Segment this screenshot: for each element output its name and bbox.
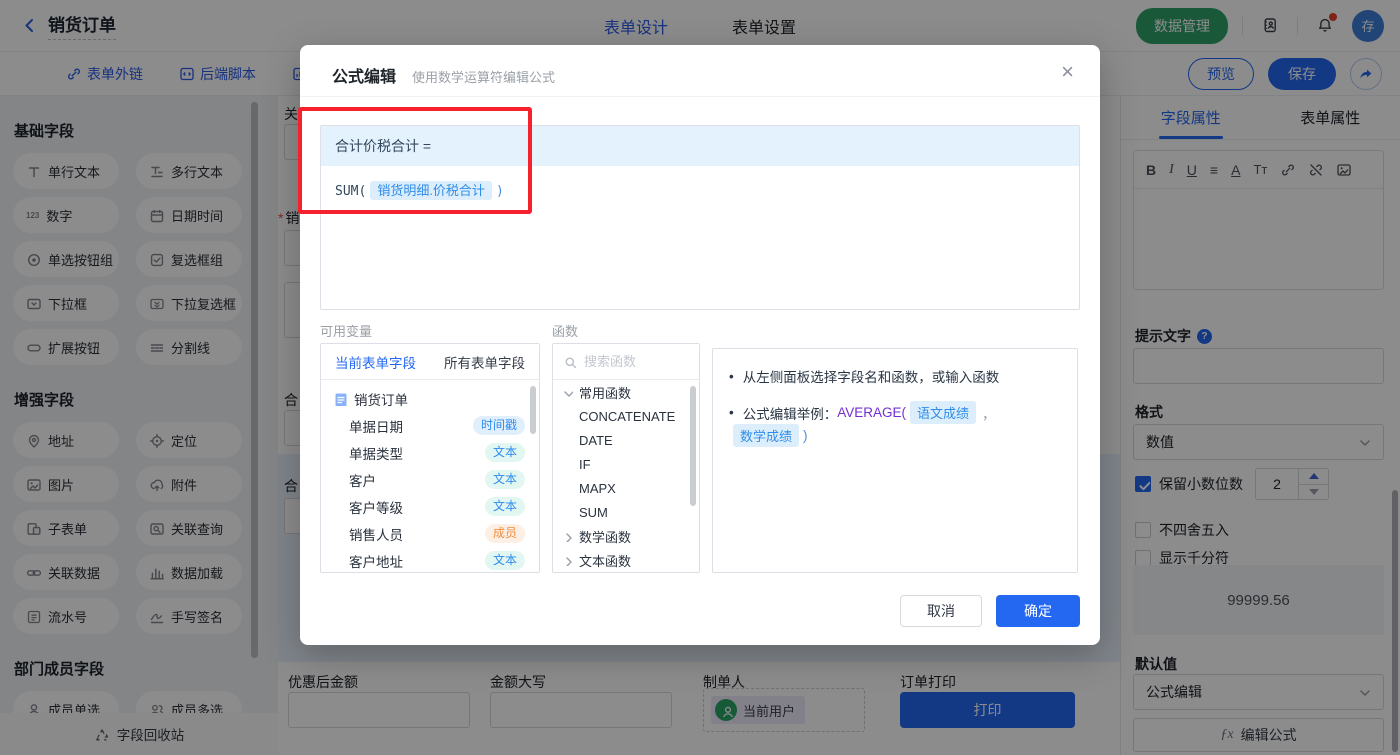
chevron-right-icon xyxy=(561,554,573,566)
formula-expression[interactable]: SUM( 销货明细.价税合计) xyxy=(321,166,1079,213)
function-search xyxy=(553,344,699,380)
type-badge: 文本 xyxy=(485,470,525,488)
function-date[interactable]: DATE xyxy=(553,428,699,452)
type-badge: 时间戳 xyxy=(473,416,525,434)
type-badge: 文本 xyxy=(485,551,525,569)
group-label: 数学函数 xyxy=(579,527,631,546)
tip-example-label: 公式编辑举例： xyxy=(743,403,838,423)
formula-edit-modal: 公式编辑 使用数学运算符编辑公式 合计价税合计 = SUM( 销货明细.价税合计)… xyxy=(300,45,1100,645)
group-math-functions[interactable]: 数学函数 xyxy=(553,524,699,548)
variables-tree: 销货订单 单据日期时间戳 单据类型文本 客户文本 客户等级文本 销售人员成员 客… xyxy=(321,380,539,573)
variables-tabs: 当前表单字段 所有表单字段 xyxy=(321,344,539,380)
cancel-button[interactable]: 取消 xyxy=(900,595,982,627)
tree-root-form[interactable]: 销货订单 xyxy=(321,385,539,412)
variables-label: 可用变量 xyxy=(320,321,372,340)
variable-row[interactable]: 销售人员 成员 xyxy=(321,520,539,547)
function-concatenate[interactable]: CONCATENATE xyxy=(553,404,699,428)
tab-all-form-fields[interactable]: 所有表单字段 xyxy=(430,344,539,379)
group-common-functions[interactable]: 常用函数 xyxy=(553,380,699,404)
variables-scrollbar[interactable] xyxy=(530,386,536,434)
variable-row[interactable]: 客户 文本 xyxy=(321,466,539,493)
example-token-1: 语文成绩 xyxy=(910,401,976,424)
chevron-right-icon xyxy=(561,530,573,542)
variable-row[interactable]: 单据类型 文本 xyxy=(321,439,539,466)
tip-line-2: 公式编辑举例：AVERAGE( 语文成绩 ， 数学成绩) xyxy=(729,401,1061,447)
type-badge: 成员 xyxy=(485,524,525,542)
functions-label: 函数 xyxy=(552,321,578,340)
variable-name: 客户等级 xyxy=(349,497,403,517)
example-function: AVERAGE( xyxy=(837,405,906,420)
chevron-down-icon xyxy=(561,386,573,398)
formula-editor[interactable]: 合计价税合计 = SUM( 销货明细.价税合计) xyxy=(320,125,1080,310)
example-close-paren: ) xyxy=(803,428,808,443)
group-text-functions[interactable]: 文本函数 xyxy=(553,548,699,572)
app-root: 销货订单 表单设计 表单设置 数据管理 存 表单外链 xyxy=(0,0,1400,755)
formula-field-token[interactable]: 销货明细.价税合计 xyxy=(370,181,492,200)
variable-row[interactable]: 客户地址 文本 xyxy=(321,547,539,573)
function-if[interactable]: IF xyxy=(553,452,699,476)
modal-title: 公式编辑 xyxy=(332,63,396,87)
formula-close-paren: ) xyxy=(496,184,504,199)
example-token-2: 数学成绩 xyxy=(733,424,799,447)
formula-target: 合计价税合计 = xyxy=(321,126,1079,166)
group-label: 常用函数 xyxy=(579,383,631,402)
modal-footer: 取消 确定 xyxy=(900,595,1080,627)
variable-name: 销售人员 xyxy=(349,524,403,544)
functions-panel: 常用函数 CONCATENATE DATE IF MAPX SUM 数学函数 文… xyxy=(552,343,700,573)
modal-header: 公式编辑 使用数学运算符编辑公式 xyxy=(300,45,1100,97)
close-icon[interactable] xyxy=(1061,61,1074,83)
tips-panel: 从左侧面板选择字段名和函数，或输入函数 公式编辑举例：AVERAGE( 语文成绩 ，… xyxy=(712,348,1078,573)
type-badge: 文本 xyxy=(485,497,525,515)
function-sum[interactable]: SUM xyxy=(553,500,699,524)
search-icon xyxy=(563,355,577,369)
variable-name: 单据类型 xyxy=(349,443,403,463)
confirm-button[interactable]: 确定 xyxy=(996,595,1080,627)
group-label: 文本函数 xyxy=(579,551,631,570)
tab-current-form-fields[interactable]: 当前表单字段 xyxy=(321,344,430,379)
variable-name: 单据日期 xyxy=(349,416,403,436)
variable-name: 客户 xyxy=(349,470,376,490)
variable-name: 客户地址 xyxy=(349,551,403,571)
variable-row[interactable]: 客户等级 文本 xyxy=(321,493,539,520)
modal-subtitle: 使用数学运算符编辑公式 xyxy=(412,67,555,86)
formula-function: SUM( xyxy=(335,184,366,199)
example-comma: ， xyxy=(982,403,996,423)
variable-row[interactable]: 单据日期 时间戳 xyxy=(321,412,539,439)
form-doc-icon xyxy=(333,392,347,406)
function-search-input[interactable] xyxy=(584,354,680,369)
tip-text: 从左侧面板选择字段名和函数，或输入函数 xyxy=(743,366,1000,386)
functions-scrollbar[interactable] xyxy=(690,386,696,506)
variables-panel: 当前表单字段 所有表单字段 销货订单 单据日期时间戳 单据类型文本 客户文本 客… xyxy=(320,343,540,573)
function-mapx[interactable]: MAPX xyxy=(553,476,699,500)
tip-line-1: 从左侧面板选择字段名和函数，或输入函数 xyxy=(729,366,1061,386)
type-badge: 文本 xyxy=(485,443,525,461)
tree-root-label: 销货订单 xyxy=(354,389,408,409)
